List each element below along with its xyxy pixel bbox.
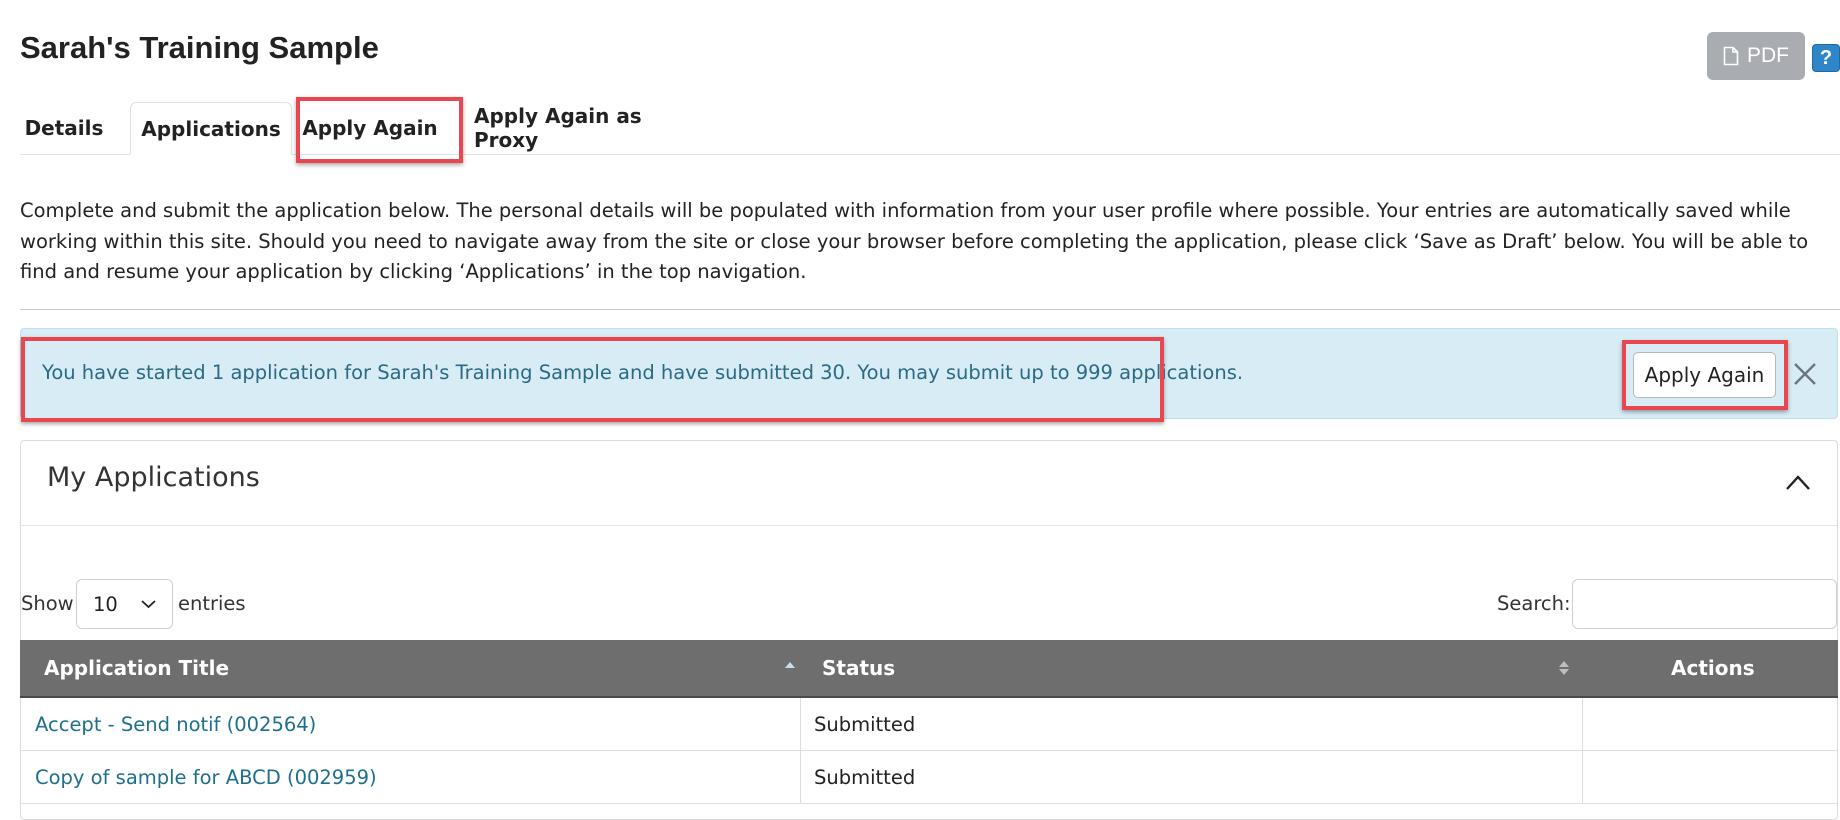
column-header-application-title[interactable]: Application Title — [44, 640, 229, 696]
application-title-link[interactable]: Copy of sample for ABCD (002959) — [20, 751, 801, 803]
application-title-link[interactable]: Accept - Send notif (002564) — [20, 698, 801, 750]
file-icon — [1723, 46, 1739, 66]
actions-cell — [1583, 751, 1838, 803]
tab-details[interactable]: Details — [20, 102, 108, 154]
table-header: Application Title Status Actions — [20, 640, 1838, 698]
chevron-up-icon[interactable] — [1785, 473, 1811, 491]
table-row: Copy of sample for ABCD (002959) Submitt… — [20, 751, 1838, 804]
page-title: Sarah's Training Sample — [20, 30, 379, 65]
search-label: Search: — [1497, 592, 1571, 615]
panel-title: My Applications — [47, 462, 260, 493]
pdf-button[interactable]: PDF — [1707, 32, 1805, 80]
tab-apply-again-as-proxy[interactable]: Apply Again as Proxy — [474, 102, 710, 154]
table-row: Accept - Send notif (002564) Submitted — [20, 698, 1838, 751]
intro-text: Complete and submit the application belo… — [20, 199, 1809, 283]
tab-apply-again[interactable]: Apply Again — [296, 102, 444, 154]
close-icon[interactable] — [1793, 362, 1817, 386]
chevron-down-icon — [141, 600, 156, 609]
panel-divider — [21, 525, 1837, 526]
alert-message: You have started 1 application for Sarah… — [42, 361, 1244, 384]
sort-icon[interactable] — [1558, 658, 1570, 678]
tab-bar: Details Applications Apply Again Apply A… — [20, 102, 1840, 155]
page-length-value: 10 — [93, 592, 118, 616]
show-label: Show — [21, 592, 74, 615]
status-cell: Submitted — [801, 751, 1583, 803]
entries-label: entries — [178, 592, 246, 615]
apply-again-button[interactable]: Apply Again — [1633, 352, 1776, 398]
pdf-button-label: PDF — [1747, 44, 1789, 67]
divider — [20, 309, 1840, 310]
sort-ascending-icon[interactable] — [784, 658, 796, 678]
search-input[interactable] — [1572, 579, 1837, 629]
page-length-select[interactable]: 10 — [76, 579, 173, 629]
actions-cell — [1583, 698, 1838, 750]
status-cell: Submitted — [801, 698, 1583, 750]
column-header-status[interactable]: Status — [822, 640, 895, 696]
help-button[interactable]: ? — [1812, 44, 1840, 72]
tab-applications[interactable]: Applications — [130, 102, 292, 155]
column-header-actions: Actions — [1671, 656, 1755, 680]
